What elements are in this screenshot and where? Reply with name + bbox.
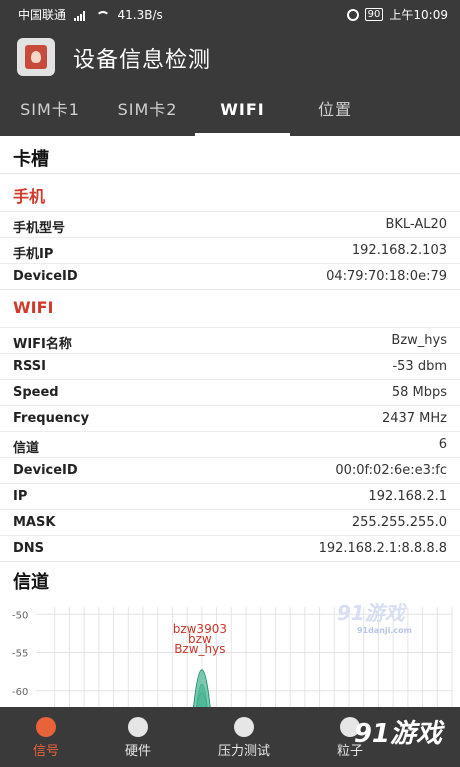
info-row: DNS 192.168.2.1:8.8.8.8 [0, 535, 460, 561]
row-value: 192.168.2.1:8.8.8.8 [318, 541, 447, 556]
info-row: DeviceID 04:79:70:18:0e:79 [0, 263, 460, 289]
row-key: 手机IP [13, 247, 54, 262]
network-speed: 41.3B/s [117, 8, 163, 22]
tab-location[interactable]: 位置 [290, 86, 380, 136]
row-key: MASK [13, 515, 56, 530]
row-value: 192.168.2.103 [351, 243, 447, 258]
y-tick-label: -50 [12, 610, 28, 621]
app-title: 设备信息检测 [73, 48, 212, 73]
battery-level: 90 [367, 9, 381, 20]
info-row: DeviceID 00:0f:02:6e:e3:fc [0, 457, 460, 483]
row-value: BKL-AL20 [385, 217, 447, 232]
row-value: 2437 MHz [381, 411, 447, 426]
wifi-group-title: WIFI [13, 298, 54, 317]
row-key: Speed [13, 385, 59, 400]
row-value: Bzw_hys [391, 333, 447, 348]
tab-sim1[interactable]: SIM卡1 [0, 86, 100, 136]
tab-location-label: 位置 [317, 100, 352, 119]
slot-section-title: 卡槽 [13, 149, 49, 170]
tab-sim2[interactable]: SIM卡2 [100, 86, 195, 136]
status-left: 中国联通 41.3B/s [18, 6, 163, 23]
signal-icon [36, 717, 56, 737]
network-label: Bzw_hys [174, 642, 225, 656]
channel-section-title: 信道 [13, 572, 49, 593]
row-value: 00:0f:02:6e:e3:fc [335, 463, 447, 478]
alarm-icon [346, 8, 359, 21]
bottom-watermark: 91游戏 [353, 719, 442, 749]
app-logo-icon [17, 38, 55, 76]
nav-hardware[interactable]: 硬件 [92, 707, 184, 767]
tab-wifi-label: WIFI [220, 100, 265, 119]
row-value: 255.255.255.0 [351, 515, 447, 530]
row-key: 手机型号 [13, 221, 66, 236]
section-divider [0, 289, 460, 290]
wifi-status-icon [95, 10, 110, 21]
chip-icon [128, 717, 148, 737]
battery-icon: 90 [364, 8, 384, 21]
clock: 上午10:09 [389, 8, 448, 22]
carrier-label: 中国联通 [18, 8, 67, 22]
app-bar: 设备信息检测 [0, 28, 460, 86]
info-row: IP 192.168.2.1 [0, 483, 460, 509]
status-bar: 中国联通 41.3B/s 90 上午10:09 [0, 0, 460, 28]
nav-stress-label: 压力测试 [217, 744, 270, 759]
row-key: DNS [13, 541, 45, 556]
row-key: DeviceID [13, 269, 78, 284]
nav-hardware-label: 硬件 [124, 744, 151, 759]
tab-wifi[interactable]: WIFI [195, 86, 290, 136]
y-tick-label: -55 [12, 649, 28, 660]
section-divider [0, 173, 460, 174]
info-row: RSSI -53 dbm [0, 353, 460, 379]
info-row: Speed 58 Mbps [0, 379, 460, 405]
watermark: 91游戏 91danji.com [337, 597, 412, 635]
stress-icon [234, 717, 254, 737]
nav-signal[interactable]: 信号 [0, 707, 92, 767]
row-key: 信道 [13, 441, 40, 456]
info-row: Frequency 2437 MHz [0, 405, 460, 431]
row-value: 192.168.2.1 [368, 489, 447, 504]
section-divider [0, 561, 460, 562]
tab-bar: SIM卡1 SIM卡2 WIFI 位置 [0, 86, 460, 136]
row-key: WIFI名称 [13, 337, 72, 352]
row-key: DeviceID [13, 463, 78, 478]
row-value: 58 Mbps [391, 385, 447, 400]
row-value: 6 [438, 437, 447, 452]
info-row: MASK 255.255.255.0 [0, 509, 460, 535]
row-value: 04:79:70:18:0e:79 [326, 269, 447, 284]
row-key: IP [13, 489, 28, 504]
row-key: RSSI [13, 359, 46, 374]
nav-stress[interactable]: 压力测试 [184, 707, 304, 767]
phone-group-title: 手机 [13, 187, 46, 206]
info-row: 手机IP 192.168.2.103 [0, 237, 460, 263]
tab-sim1-label: SIM卡1 [20, 100, 80, 119]
watermark-sub: 91danji.com [356, 626, 412, 635]
watermark-text: 91游戏 [336, 601, 405, 625]
info-row: WIFI名称 Bzw_hys [0, 327, 460, 353]
y-tick-label: -60 [12, 687, 28, 698]
nav-signal-label: 信号 [32, 744, 59, 759]
network-curve [193, 669, 211, 707]
row-key: Frequency [13, 411, 90, 426]
status-right: 90 上午10:09 [346, 6, 448, 23]
row-value: -53 dbm [392, 359, 447, 374]
signal-strength-icon [73, 10, 88, 21]
info-row: 手机型号 BKL-AL20 [0, 211, 460, 237]
tab-sim2-label: SIM卡2 [117, 100, 178, 119]
info-row: 信道 6 [0, 431, 460, 457]
